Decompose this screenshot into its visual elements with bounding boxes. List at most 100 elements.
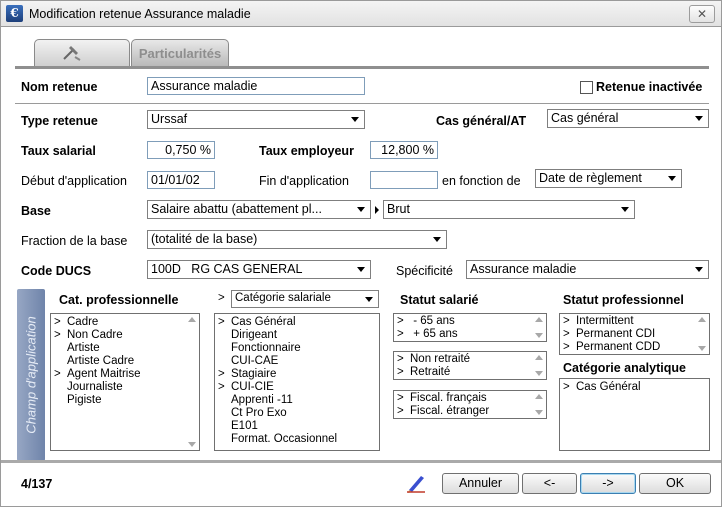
scroll-up-icon [535, 355, 543, 360]
list-item[interactable]: > Non Cadre [51, 329, 199, 342]
champ-application-tab: Champ d'application [17, 289, 45, 461]
list-item[interactable]: > Permanent CDI [560, 328, 709, 341]
list-item[interactable]: CUI-CAE [215, 355, 379, 368]
en-fonction-de-label: en fonction de [442, 174, 521, 188]
tab-general[interactable] [34, 39, 130, 66]
fraction-base-select[interactable]: (totalité de la base) [147, 230, 447, 249]
list-item[interactable]: > Permanent CDD [560, 341, 709, 354]
code-ducs-label: Code DUCS [21, 264, 92, 278]
list-item-label: Intermittent [576, 315, 634, 327]
list-item-label: Fonctionnaire [231, 342, 301, 354]
age-list[interactable]: > - 65 ans > + 65 ans [393, 313, 547, 342]
age-items: > - 65 ans > + 65 ans [394, 314, 546, 341]
annuler-button[interactable]: Annuler [442, 473, 519, 494]
base-select[interactable]: Salaire abattu (abattement pl... [147, 200, 371, 219]
list-item[interactable]: > Non retraité [394, 353, 546, 366]
scrollbar[interactable] [533, 352, 546, 379]
list-item[interactable]: > Retraité [394, 366, 546, 379]
list-item[interactable]: > Fiscal. français [394, 392, 546, 405]
list-item[interactable]: > Cas Général [560, 381, 709, 394]
list-item[interactable]: > + 65 ans [394, 328, 546, 341]
fiscal-list[interactable]: > Fiscal. français > Fiscal. étranger [393, 390, 547, 419]
list-item-label: Cadre [67, 316, 99, 328]
statut-professionnel-title: Statut professionnel [563, 293, 684, 307]
scrollbar[interactable] [533, 391, 546, 418]
code-ducs-select[interactable]: 100D RG CAS GENERAL [147, 260, 371, 279]
title-bar: € Modification retenue Assurance maladie… [0, 0, 722, 27]
fraction-base-label: Fraction de la base [21, 234, 128, 248]
selected-marker: > [397, 405, 404, 417]
tab-particularites[interactable]: Particularités [131, 39, 229, 66]
list-item[interactable]: Format. Occasionnel [215, 433, 379, 446]
list-item-label: Dirigeant [231, 329, 278, 341]
list-item[interactable]: > CUI-CIE [215, 381, 379, 394]
taux-salarial-input[interactable]: 0,750 % [147, 141, 215, 159]
list-item[interactable]: > - 65 ans [394, 315, 546, 328]
next-button[interactable]: -> [580, 473, 636, 494]
statut-professionnel-list[interactable]: > Intermittent > Permanent CDI > Permanent CD… [559, 313, 710, 355]
scrollbar[interactable] [696, 314, 709, 354]
cas-general-select[interactable]: Cas général [547, 109, 709, 128]
scrollbar[interactable] [186, 314, 199, 450]
list-item[interactable]: Artiste Cadre [51, 355, 199, 368]
list-item-label: Permanent CDD [576, 341, 661, 353]
list-item-label: + 65 ans [410, 328, 458, 340]
list-item-label: Format. Occasionnel [231, 433, 338, 445]
list-item-label: Artiste Cadre [67, 355, 135, 367]
list-item[interactable]: Fonctionnaire [215, 342, 379, 355]
list-item[interactable]: > Agent Maitrise [51, 368, 199, 381]
list-item-label: Apprenti -11 [231, 394, 293, 406]
cas-general-value: Cas général [551, 111, 619, 125]
cat-salariale-select-value: Catégorie salariale [235, 292, 331, 304]
type-retenue-value: Urssaf [151, 112, 188, 126]
taux-employeur-input[interactable]: 12,800 % [370, 141, 438, 159]
list-item[interactable]: Artiste [51, 342, 199, 355]
selected-marker: > [563, 381, 570, 393]
scroll-up-icon [188, 317, 196, 322]
categorie-analytique-list[interactable]: > Cas Général [559, 378, 710, 451]
nom-retenue-label: Nom retenue [21, 80, 98, 94]
cat-salariale-list[interactable]: > Cas Général Dirigeant Fonctionnaire CUI-CA… [214, 313, 380, 451]
debut-application-input[interactable]: 01/01/02 [147, 171, 215, 189]
list-item[interactable]: Dirigeant [215, 329, 379, 342]
list-item-label: Cas Général [231, 316, 296, 328]
list-item-label: - 65 ans [410, 315, 455, 327]
list-item[interactable]: > Fiscal. étranger [394, 405, 546, 418]
pencil-icon[interactable] [405, 473, 427, 493]
scroll-down-icon [535, 333, 543, 338]
list-item-label: CUI-CAE [231, 355, 279, 367]
retraite-list[interactable]: > Non retraité > Retraité [393, 351, 547, 380]
list-item[interactable]: E101 [215, 420, 379, 433]
list-item[interactable]: Ct Pro Exo [215, 407, 379, 420]
list-item[interactable]: Apprenti -11 [215, 394, 379, 407]
previous-button[interactable]: <- [522, 473, 577, 494]
window-body: Particularités Nom retenue Assurance mal… [0, 27, 722, 507]
fin-application-input[interactable] [370, 171, 438, 189]
scrollbar[interactable] [533, 314, 546, 341]
close-button[interactable]: ✕ [689, 5, 715, 23]
base-detail-select[interactable]: Brut [383, 200, 635, 219]
list-item[interactable]: > Intermittent [560, 315, 709, 328]
list-item[interactable]: > Cadre [51, 316, 199, 329]
cat-professionnelle-list[interactable]: > Cadre > Non Cadre Artiste Artiste Cadre > Age… [50, 313, 200, 451]
specificite-label: Spécificité [396, 264, 453, 278]
statut-professionnel-items: > Intermittent > Permanent CDI > Permanent CD… [560, 314, 709, 354]
list-item-label: Agent Maitrise [67, 368, 141, 380]
base-detail-value: Brut [387, 202, 410, 216]
list-item[interactable]: Pigiste [51, 394, 199, 407]
specificite-select[interactable]: Assurance maladie [466, 260, 709, 279]
retenue-inactivee-checkbox[interactable] [580, 81, 593, 94]
fiscal-items: > Fiscal. français > Fiscal. étranger [394, 391, 546, 418]
list-item-label: Non Cadre [67, 329, 123, 341]
chevron-down-icon [362, 293, 376, 306]
list-item[interactable]: > Cas Général [215, 316, 379, 329]
chevron-down-icon [348, 113, 362, 126]
ok-button[interactable]: OK [639, 473, 711, 494]
list-item[interactable]: > Stagiaire [215, 368, 379, 381]
cat-salariale-select[interactable]: Catégorie salariale [231, 290, 379, 308]
nom-retenue-input[interactable]: Assurance maladie [147, 77, 365, 95]
en-fonction-de-select[interactable]: Date de règlement [535, 169, 682, 188]
list-item[interactable]: Journaliste [51, 381, 199, 394]
separator [15, 103, 709, 104]
type-retenue-select[interactable]: Urssaf [147, 110, 365, 129]
